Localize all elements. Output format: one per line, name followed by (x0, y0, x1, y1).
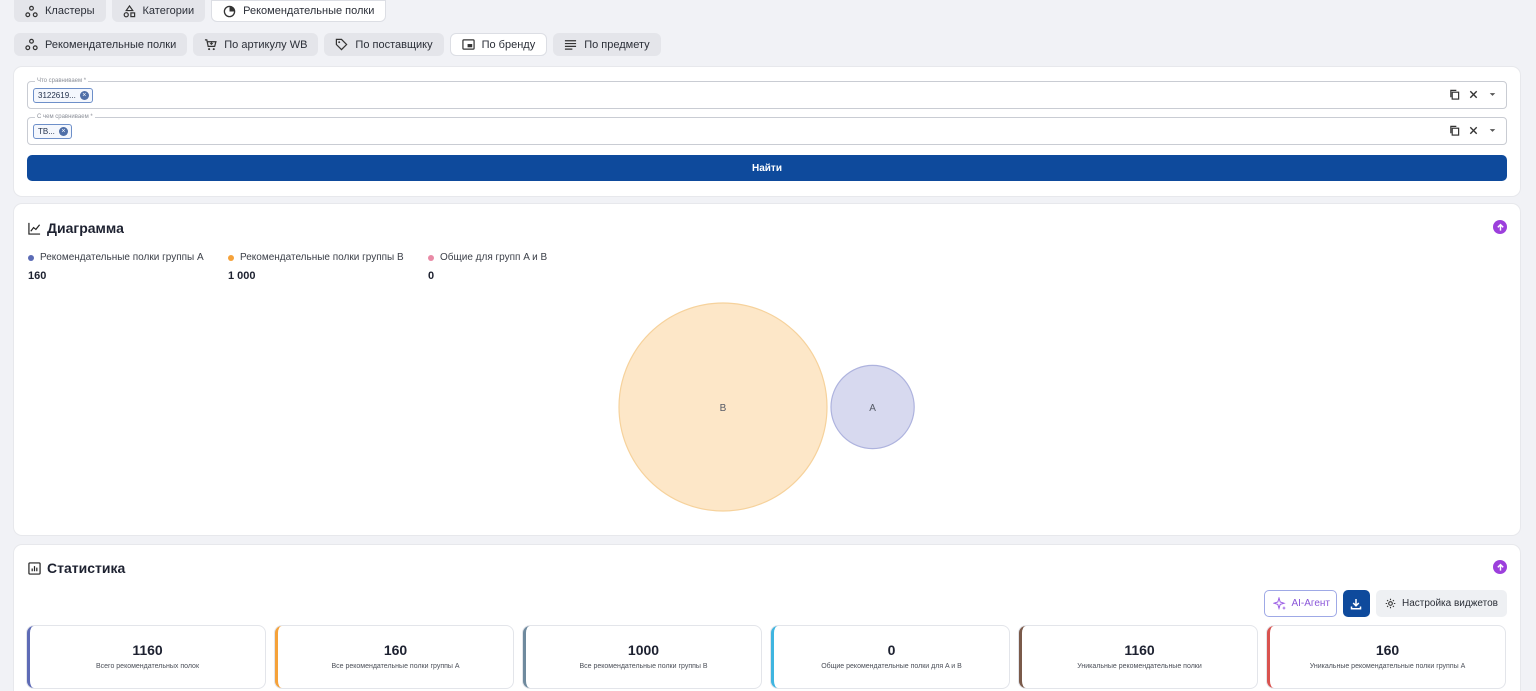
compare-what-field[interactable]: Что сравниваем * 3122619... × (27, 77, 1507, 109)
field-label: Что сравниваем * (35, 77, 89, 85)
sparkle-icon (1273, 596, 1287, 610)
top-tabs: Кластеры Категории Рекомендательные полк… (14, 0, 387, 22)
find-button[interactable]: Найти (27, 155, 1507, 181)
download-icon (1351, 598, 1362, 610)
stats-actions: AI-Агент Настройка виджетов (1264, 590, 1507, 617)
stat-card-unique: 1160 Уникальные рекомендательные полки (1019, 626, 1257, 688)
ai-agent-button[interactable]: AI-Агент (1264, 590, 1337, 617)
stats-title-text: Статистика (47, 560, 126, 576)
subtab-label: По артикулу WB (224, 38, 308, 51)
stat-value: 1000 (627, 642, 660, 658)
tab-categories[interactable]: Категории (111, 0, 206, 22)
clear-icon[interactable] (1468, 125, 1479, 136)
stat-label: Все рекомендательные полки группы B (579, 663, 708, 670)
stat-label: Все рекомендательные полки группы A (331, 663, 460, 670)
stat-label: Уникальные рекомендательные полки группы… (1309, 663, 1466, 670)
tab-label: Категории (142, 5, 195, 17)
stat-label: Общие рекомендательные полки для A и B (821, 663, 962, 670)
stat-value: 1160 (1124, 642, 1155, 658)
stats-title: Статистика (28, 560, 125, 576)
selected-chip[interactable]: ТВ... × (33, 124, 72, 139)
widget-settings-button[interactable]: Настройка виджетов (1375, 590, 1507, 617)
stat-value: 0 (887, 642, 896, 658)
stats-card: Статистика AI-Агент Настройка виджетов 1… (14, 545, 1520, 691)
clusters-icon (25, 38, 38, 51)
subtab-by-supplier[interactable]: По поставщику (324, 33, 444, 56)
subtab-by-subject[interactable]: По предмету (553, 33, 661, 56)
stat-label: Всего рекомендательных полок (95, 663, 200, 670)
stat-card-total: 1160 Всего рекомендательных полок (27, 626, 265, 688)
stat-card-group-b: 1000 Все рекомендательные полки группы B (523, 626, 761, 688)
chevron-down-icon[interactable] (1487, 125, 1498, 136)
shelves-icon (223, 5, 236, 17)
field-actions (1449, 89, 1498, 100)
stat-card-common: 0 Общие рекомендательные полки для A и B (771, 626, 1009, 688)
chip-remove-icon[interactable]: × (58, 127, 68, 136)
venn-diagram: BA (618, 302, 915, 512)
arrow-up-icon (1496, 563, 1504, 571)
subtab-label: По поставщику (355, 38, 433, 51)
selected-chip[interactable]: 3122619... × (33, 88, 93, 103)
subtab-by-article[interactable]: По артикулу WB (193, 33, 319, 56)
stat-cards: 1160 Всего рекомендательных полок 160 Вс… (27, 626, 1505, 688)
tag-icon (336, 38, 348, 51)
filter-card: Что сравниваем * 3122619... × С чем срав… (14, 67, 1520, 196)
stat-value: 160 (383, 642, 408, 658)
categories-icon (123, 4, 135, 17)
copy-icon[interactable] (1449, 89, 1460, 100)
venn-label-a: A (869, 403, 876, 414)
bar-chart-icon (28, 561, 41, 575)
tab-recommendation-shelves[interactable]: Рекомендательные полки (211, 0, 387, 22)
subtab-shelves[interactable]: Рекомендательные полки (14, 33, 188, 56)
tab-clusters[interactable]: Кластеры (14, 0, 106, 22)
list-icon (565, 40, 577, 50)
stat-value: 160 (1375, 642, 1400, 658)
venn-label-b: B (720, 403, 727, 414)
tab-label: Рекомендательные полки (243, 5, 375, 17)
tab-label: Кластеры (45, 5, 95, 17)
stat-label: Уникальные рекомендательные полки (1077, 663, 1202, 670)
sub-tabs: Рекомендательные полки По артикулу WB По… (14, 33, 661, 56)
subtab-label: Рекомендательные полки (45, 38, 177, 51)
diagram-card: Диаграмма Рекомендательные полки группы … (14, 204, 1520, 535)
collapse-stats-button[interactable] (1493, 560, 1507, 574)
chip-label: ТВ... (38, 127, 55, 136)
stat-card-unique-a: 160 Уникальные рекомендательные полки гр… (1267, 626, 1505, 688)
brand-icon (461, 39, 475, 50)
chip-label: 3122619... (38, 91, 76, 100)
subtab-label: По бренду (481, 38, 536, 51)
chip-remove-icon[interactable]: × (79, 91, 89, 100)
copy-icon[interactable] (1449, 125, 1460, 136)
download-button[interactable] (1342, 590, 1370, 617)
subtab-label: По предмету (584, 38, 650, 51)
subtab-by-brand[interactable]: По бренду (449, 33, 548, 56)
cart-icon (205, 39, 217, 51)
ai-agent-label: AI-Агент (1291, 598, 1330, 609)
widget-settings-label: Настройка виджетов (1401, 598, 1498, 609)
field-label: С чем сравниваем * (35, 113, 95, 121)
chevron-down-icon[interactable] (1487, 89, 1498, 100)
field-actions (1449, 125, 1498, 136)
clear-icon[interactable] (1468, 89, 1479, 100)
stat-card-group-a: 160 Все рекомендательные полки группы A (275, 626, 513, 688)
gear-icon (1385, 598, 1396, 609)
compare-with-field[interactable]: С чем сравниваем * ТВ... × (27, 113, 1507, 145)
stat-value: 1160 (132, 642, 163, 658)
clusters-icon (25, 5, 38, 17)
